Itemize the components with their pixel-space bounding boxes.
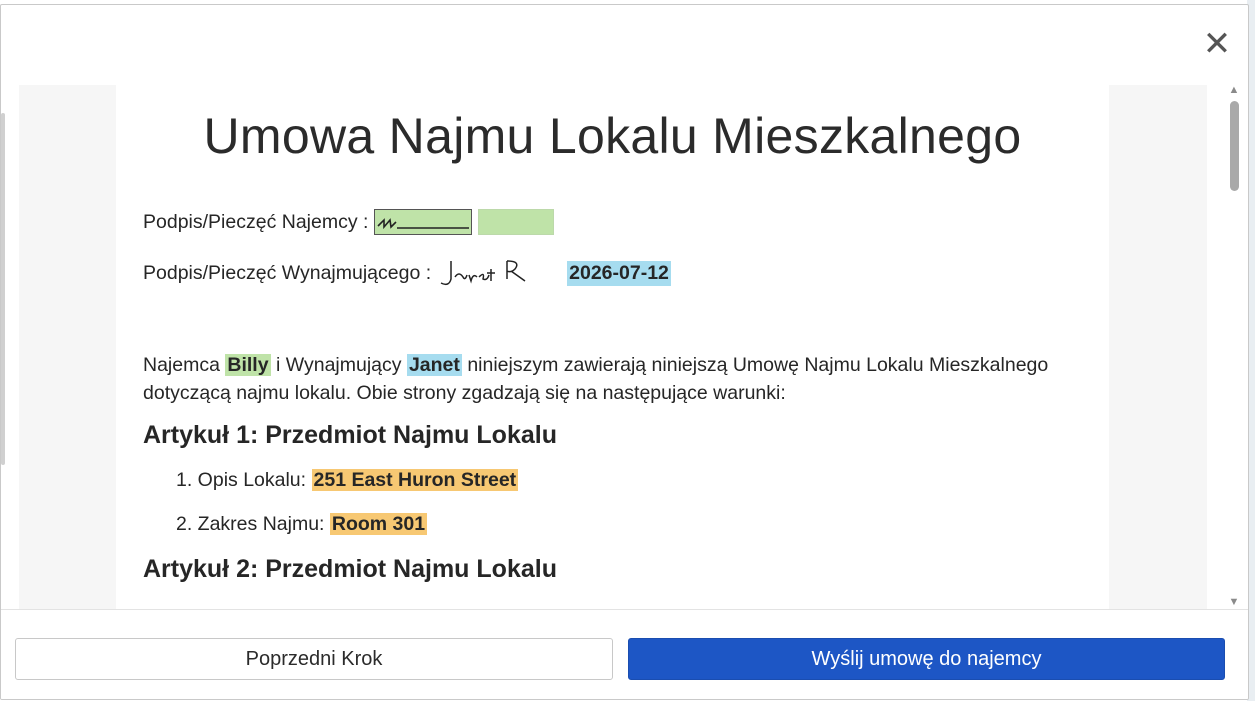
landlord-signature-label: Podpis/Pieczęć Wynajmującego : (143, 261, 432, 284)
list-item: 2. Zakres Najmu: Room 301 (176, 513, 428, 536)
article-2-heading: Artykuł 2: Przedmiot Najmu Lokalu (143, 555, 557, 583)
scroll-thumb[interactable] (1230, 101, 1239, 191)
article-1-heading: Artykuł 1: Przedmiot Najmu Lokalu (143, 421, 557, 449)
intro-text: i Wynajmujący (275, 354, 402, 376)
landlord-signature-row: Podpis/Pieczęć Wynajmującego : 2026-07-1… (143, 255, 671, 291)
vertical-scrollbar[interactable]: ▲ ▼ (1227, 83, 1241, 609)
tenant-signature-date-field[interactable] (478, 209, 555, 235)
rental-scope: Room 301 (329, 513, 428, 535)
send-contract-button[interactable]: Wyślij umowę do najemcy (628, 638, 1225, 680)
dialog-footer: Poprzedni Krok Wyślij umowę do najemcy (1, 609, 1248, 699)
tenant-signature-row: Podpis/Pieczęć Najemcy : (143, 209, 555, 235)
document-title: Umowa Najmu Lokalu Mieszkalnego (203, 108, 1022, 164)
sign-date: 2026-07-12 (567, 260, 671, 286)
previous-step-button[interactable]: Poprzedni Krok (15, 638, 613, 680)
landlord-handwritten-signature (440, 260, 526, 286)
signature-scribble-icon (377, 218, 470, 230)
list-item: 1. Opis Lokalu: 251 East Huron Street (176, 469, 519, 492)
scroll-up-icon[interactable]: ▲ (1227, 83, 1241, 97)
intro-paragraph: Najemca Billy i Wynajmujący Janet niniej… (143, 351, 1083, 407)
scroll-down-icon[interactable]: ▼ (1227, 595, 1241, 609)
property-address: 251 East Huron Street (311, 469, 519, 491)
contract-preview-dialog: ✕ Umowa Najmu Lokalu Mieszkalnego Podpis… (0, 4, 1249, 700)
tenant-signature-field[interactable] (374, 209, 473, 235)
list-item-label: 2. Zakres Najmu: (176, 513, 325, 535)
tenant-name: Billy (225, 354, 271, 376)
landlord-name: Janet (406, 354, 462, 376)
close-icon[interactable]: ✕ (1203, 27, 1232, 61)
intro-text: Najemca (143, 354, 220, 376)
document-viewer[interactable]: Umowa Najmu Lokalu Mieszkalnego Podpis/P… (19, 85, 1207, 609)
document-page: Umowa Najmu Lokalu Mieszkalnego Podpis/P… (116, 85, 1109, 609)
background-panel-edge (1, 113, 5, 465)
tenant-signature-label: Podpis/Pieczęć Najemcy : (143, 210, 369, 233)
list-item-label: 1. Opis Lokalu: (176, 469, 307, 491)
